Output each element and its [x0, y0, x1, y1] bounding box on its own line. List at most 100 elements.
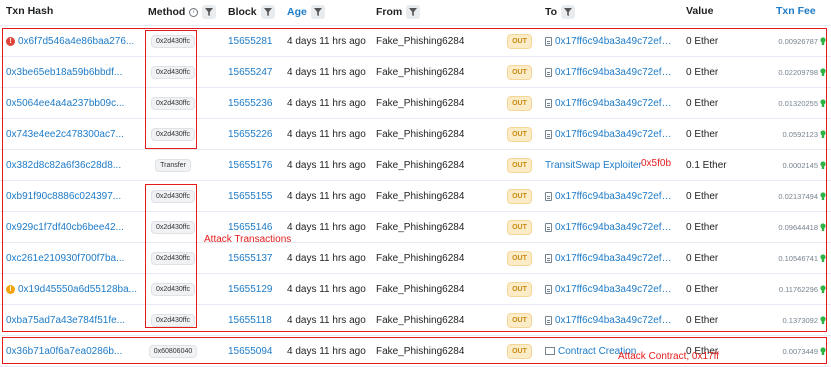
out-badge: OUT	[507, 95, 532, 111]
to-address-link[interactable]: TransitSwap Exploiter	[545, 160, 642, 171]
column-header-block: Block	[228, 5, 275, 19]
fee-bulb-icon[interactable]	[820, 98, 826, 108]
txn-hash-cell: 0x382d8c82a6f36c28d8...	[6, 150, 144, 180]
direction-cell: OUT	[507, 336, 532, 366]
method-badge: Transfer	[155, 158, 191, 172]
method-cell: 0x2d430ffc	[148, 305, 198, 335]
fee-text: 0.09644418	[778, 222, 818, 232]
contract-icon	[545, 347, 555, 355]
method-cell: 0x2d430ffc	[148, 119, 198, 149]
txn-hash-cell: 0x743e4ee2c478300ac7...	[6, 119, 144, 149]
to-address-link[interactable]: 0x17ff6c94ba3a49c72ef2...	[555, 222, 675, 233]
fee-bulb-icon[interactable]	[820, 36, 826, 46]
fee-bulb-icon[interactable]	[820, 222, 826, 232]
direction-cell: OUT	[507, 212, 532, 242]
to-address-link[interactable]: 0x17ff6c94ba3a49c72ef2...	[555, 67, 675, 78]
value-text: 0.1 Ether	[686, 159, 727, 171]
block-link[interactable]: 15655176	[228, 150, 273, 180]
fee-cell: 0.02137494	[740, 181, 826, 211]
direction-cell: OUT	[507, 274, 532, 304]
fee-text: 0.01320255	[778, 98, 818, 108]
fee-cell: 0.02209798	[740, 57, 826, 87]
fee-bulb-icon[interactable]	[820, 160, 826, 170]
txn-hash-cell: 0x3be65eb18a59b6bbdf...	[6, 57, 144, 87]
from-address: Fake_Phishing6284	[376, 159, 465, 171]
fee-text: 0.0592123	[782, 129, 818, 139]
fee-text: 0.11762296	[778, 284, 818, 294]
txn-hash-link[interactable]: 0xba75ad7a43e784f51fe...	[6, 315, 125, 326]
fee-bulb-icon[interactable]	[820, 67, 826, 77]
table-row: 0x743e4ee2c478300ac7... 0x2d430ffc 1565522…	[0, 119, 831, 150]
to-cell: 0x17ff6c94ba3a49c72ef2...	[545, 88, 675, 118]
to-address-link[interactable]: 0x17ff6c94ba3a49c72ef2...	[555, 253, 675, 264]
out-badge: OUT	[507, 312, 532, 328]
block-link[interactable]: 15655247	[228, 57, 273, 87]
column-header-age[interactable]: Age	[287, 5, 325, 19]
txn-hash-cell: 0xb91f90c8886c024397...	[6, 181, 144, 211]
method-badge: 0x2d430ffc	[150, 282, 196, 296]
to-address-link[interactable]: 0x17ff6c94ba3a49c72ef2...	[555, 315, 675, 326]
to-address-link[interactable]: 0x17ff6c94ba3a49c72ef2...	[555, 284, 675, 295]
filter-icon[interactable]	[561, 5, 576, 19]
to-address-link[interactable]: 0x17ff6c94ba3a49c72ef2...	[555, 98, 675, 109]
column-header-method: Method i	[148, 5, 217, 19]
column-header-from: From	[376, 5, 421, 19]
txn-hash-link[interactable]: 0x929c1f7df40cb6bee42...	[6, 222, 124, 233]
txn-hash-link[interactable]: 0xb91f90c8886c024397...	[6, 191, 121, 202]
fee-bulb-icon[interactable]	[820, 253, 826, 263]
txn-hash-link[interactable]: 0x6f7d546a4e86baa276...	[18, 36, 134, 47]
fee-bulb-icon[interactable]	[820, 191, 826, 201]
from-address: Fake_Phishing6284	[376, 221, 465, 233]
out-badge: OUT	[507, 250, 532, 266]
txn-hash-link[interactable]: 0x3be65eb18a59b6bbdf...	[6, 67, 122, 78]
txn-hash-link[interactable]: 0xc261e210930f700f7ba...	[6, 253, 124, 264]
fee-bulb-icon[interactable]	[820, 129, 826, 139]
method-cell: 0x2d430ffc	[148, 212, 198, 242]
fee-bulb-icon[interactable]	[820, 346, 826, 356]
block-link[interactable]: 15655226	[228, 119, 273, 149]
txn-hash-link[interactable]: 0x5064ee4a4a237bb09c...	[6, 98, 124, 109]
attack-transactions-label: Attack Transactions	[204, 234, 292, 245]
block-link[interactable]: 15655281	[228, 26, 273, 56]
block-link[interactable]: 15655118	[228, 305, 272, 335]
table-row: 0xba75ad7a43e784f51fe... 0x2d430ffc 156551…	[0, 305, 831, 336]
warning-icon: !	[6, 284, 15, 294]
to-address-link[interactable]: 0x17ff6c94ba3a49c72ef2...	[555, 191, 675, 202]
method-cell: 0x2d430ffc	[148, 243, 198, 273]
filter-icon[interactable]	[202, 5, 217, 19]
txn-hash-link[interactable]: 0x36b71a0f6a7ea0286b...	[6, 346, 122, 357]
from-address: Fake_Phishing6284	[376, 97, 465, 109]
age-text: 4 days 11 hrs ago	[287, 252, 366, 264]
column-header-txn-fee[interactable]: Txn Fee	[776, 5, 816, 17]
fee-text: 0.1373092	[782, 315, 818, 325]
txn-hash-link[interactable]: 0x382d8c82a6f36c28d8...	[6, 160, 121, 171]
attack-contract-label: Attack Contract, 0x17ff	[618, 351, 719, 362]
age-text: 4 days 11 hrs ago	[287, 66, 366, 78]
block-link[interactable]: 15655236	[228, 88, 273, 118]
block-link[interactable]: 15655155	[228, 181, 273, 211]
txn-hash-link[interactable]: 0x743e4ee2c478300ac7...	[6, 129, 124, 140]
method-badge: 0x60806040	[148, 344, 198, 358]
column-header-txn-hash: Txn Hash	[6, 5, 54, 17]
fee-bulb-icon[interactable]	[820, 315, 826, 325]
filter-icon[interactable]	[310, 5, 325, 19]
block-link[interactable]: 15655129	[228, 274, 273, 304]
table-row: ! 0x6f7d546a4e86baa276... 0x2d430ffc 156552…	[0, 26, 831, 57]
block-link[interactable]: 15655137	[228, 243, 273, 273]
method-badge: 0x2d430ffc	[150, 189, 196, 203]
filter-icon[interactable]	[406, 5, 421, 19]
filter-icon[interactable]	[260, 5, 275, 19]
block-link[interactable]: 15655094	[228, 336, 273, 366]
age-text: 4 days 11 hrs ago	[287, 35, 366, 47]
out-badge: OUT	[507, 343, 532, 359]
fee-text: 0.10546741	[778, 253, 818, 263]
method-cell: 0x2d430ffc	[148, 57, 198, 87]
age-text: 4 days 11 hrs ago	[287, 97, 366, 109]
fee-bulb-icon[interactable]	[820, 284, 826, 294]
to-address-link[interactable]: 0x17ff6c94ba3a49c72ef2...	[555, 36, 675, 47]
info-icon[interactable]: i	[189, 7, 199, 17]
to-address-link[interactable]: 0x17ff6c94ba3a49c72ef2...	[555, 129, 675, 140]
txn-hash-link[interactable]: 0x19d45550a6d55128ba...	[18, 284, 137, 295]
document-icon	[545, 67, 552, 77]
method-cell: 0x2d430ffc	[148, 181, 198, 211]
